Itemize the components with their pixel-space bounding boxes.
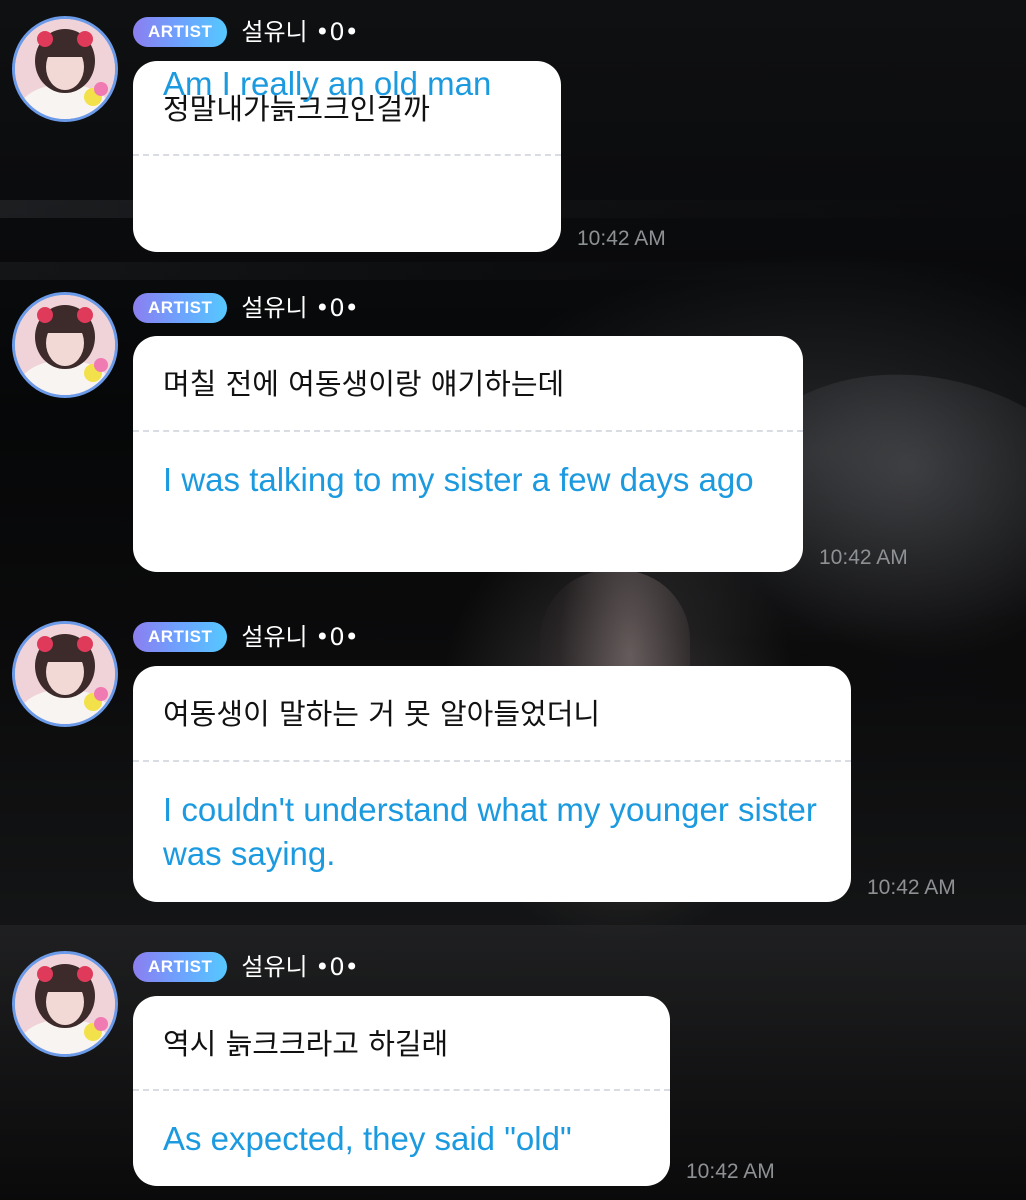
message-timestamp: 10:42 AM	[577, 227, 666, 250]
bubble-divider	[133, 760, 851, 762]
original-text: 여동생이 말하는 거 못 알아들었더니	[163, 697, 601, 731]
message-header: ARTIST 설유니 •0•	[133, 621, 359, 653]
message-bubble[interactable]: 정말내가늙크크인걸까 Am I really an old man	[133, 61, 561, 252]
bubble-divider	[133, 154, 561, 156]
profile-photo-avatar-icon	[15, 295, 115, 395]
message-header: ARTIST 설유니 •0•	[133, 951, 359, 983]
message-timestamp: 10:42 AM	[819, 546, 908, 569]
bubble-divider	[133, 430, 803, 432]
avatar[interactable]	[12, 292, 118, 398]
message-bubble[interactable]: 며칠 전에 여동생이랑 얘기하는데 I was talking to my si…	[133, 336, 803, 572]
background-band	[0, 262, 1026, 280]
translated-text: As expected, they said "old"	[163, 1120, 572, 1157]
translated-text: I was talking to my sister a few days ag…	[163, 461, 754, 498]
profile-photo-avatar-icon	[15, 954, 115, 1054]
original-text: 며칠 전에 여동생이랑 얘기하는데	[163, 367, 565, 401]
message-header: ARTIST 설유니 •0•	[133, 292, 359, 324]
artist-nickname: 설유니 •0•	[241, 623, 359, 651]
bubble-divider	[133, 1089, 670, 1091]
profile-photo-avatar-icon	[15, 624, 115, 724]
profile-photo-avatar-icon	[15, 19, 115, 119]
artist-badge: ARTIST	[133, 952, 228, 982]
avatar[interactable]	[12, 16, 118, 122]
avatar[interactable]	[12, 951, 118, 1057]
avatar[interactable]	[12, 621, 118, 727]
original-text: 역시 늙크크라고 하길래	[163, 1027, 449, 1061]
artist-nickname: 설유니 •0•	[241, 953, 359, 981]
translated-text: I couldn't understand what my younger si…	[163, 791, 817, 872]
artist-nickname: 설유니 •0•	[241, 294, 359, 322]
message-bubble[interactable]: 역시 늙크크라고 하길래 As expected, they said "old…	[133, 996, 670, 1186]
message-timestamp: 10:42 AM	[867, 876, 956, 899]
message-timestamp: 10:42 AM	[686, 1160, 775, 1183]
message-bubble[interactable]: 여동생이 말하는 거 못 알아들었더니 I couldn't understan…	[133, 666, 851, 902]
artist-badge: ARTIST	[133, 293, 228, 323]
translated-text: Am I really an old man	[163, 65, 492, 102]
artist-badge: ARTIST	[133, 622, 228, 652]
